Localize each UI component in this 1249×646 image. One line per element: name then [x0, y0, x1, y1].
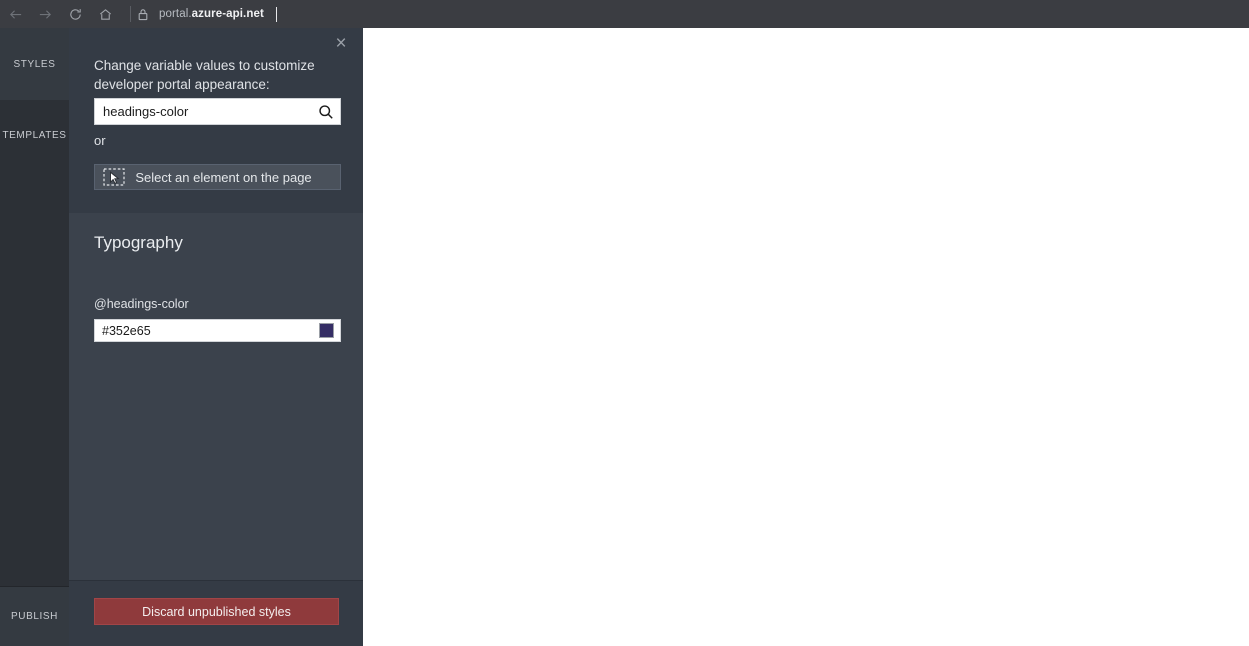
support-text-2: . Developers can log and discuss	[948, 513, 1142, 528]
app-area: PRODUCTS APPLICATIONS ISSUES ADMINISTRAT…	[0, 28, 1249, 646]
rail-item-publish-label: PUBLISH	[11, 611, 58, 622]
support-text-3: and even submit their applications to th…	[759, 532, 995, 547]
back-button[interactable]	[0, 0, 30, 28]
select-element-button[interactable]: Select an element on the page	[94, 164, 341, 190]
search-icon[interactable]	[312, 99, 340, 124]
hero-subtitle: Administrators can manage the APIs and c…	[283, 239, 875, 256]
forward-button[interactable]	[30, 0, 60, 28]
hero-learn-more-link[interactable]: Learn more	[798, 239, 875, 256]
nav-item-applications[interactable]: APPLICATIONS	[389, 112, 483, 126]
column-body-developer-support: API publishers can engage directly with …	[759, 492, 1199, 549]
api-documentation-link[interactable]: API Documentation	[425, 494, 537, 509]
discard-button-label: Discard unpublished styles	[142, 605, 291, 619]
application-gallery-link[interactable]: application gallery	[995, 532, 1098, 547]
color-value-input[interactable]	[95, 320, 319, 341]
microsoft-azure-link[interactable]: Microsoft Azure	[1150, 614, 1233, 628]
address-bar[interactable]: portal.azure-api.net	[159, 8, 264, 20]
reload-icon	[68, 7, 83, 22]
close-icon[interactable]: ×	[330, 34, 352, 56]
variable-search[interactable]	[94, 98, 341, 125]
powered-by-prefix: powered by	[1085, 614, 1150, 628]
variable-name-label: @headings-color	[94, 297, 189, 311]
blog-link[interactable]: blog	[924, 513, 949, 528]
column-title-developer-support: Developer Support	[759, 428, 1199, 471]
styles-panel: × Change variable values to customize de…	[69, 28, 363, 646]
chevron-down-icon: ▼	[1224, 115, 1233, 124]
reload-button[interactable]	[60, 0, 90, 28]
select-element-label: Select an element on the page	[129, 170, 340, 185]
color-value-field[interactable]	[94, 319, 341, 342]
rail-item-templates[interactable]: TEMPLATES	[0, 100, 69, 244]
powered-by: powered by Microsoft Azure	[1085, 614, 1233, 628]
or-label: or	[94, 133, 106, 148]
color-swatch[interactable]	[319, 323, 334, 338]
hero-body: Developers can discover and learn about …	[283, 280, 1073, 297]
search-input[interactable]	[95, 99, 312, 124]
toolbar-divider	[130, 6, 131, 22]
user-menu[interactable]: ADMINISTRATOR ▼	[1111, 112, 1233, 126]
address-bar-caret	[276, 7, 277, 22]
styles-panel-footer: Discard unpublished styles	[69, 580, 363, 646]
nav-item-issues[interactable]: ISSUES	[516, 112, 564, 126]
user-menu-label: ADMINISTRATOR	[1111, 112, 1218, 126]
arrow-right-icon	[38, 7, 53, 22]
support-text-4: .	[1098, 532, 1102, 547]
lock-icon	[137, 8, 149, 21]
rail-item-styles-label: STYLES	[14, 59, 56, 70]
section-title-typography: Typography	[94, 233, 183, 253]
rail-item-publish[interactable]: PUBLISH	[0, 586, 69, 646]
arrow-left-icon	[8, 7, 23, 22]
issues-link[interactable]: issues	[1143, 513, 1180, 528]
url-prefix: portal.	[159, 8, 192, 20]
column-developer-support: Developer Support API publishers can eng…	[759, 428, 1199, 549]
home-button[interactable]	[90, 0, 120, 28]
browser-toolbar: portal.azure-api.net	[0, 0, 1249, 28]
url-domain: azure-api.net	[192, 8, 264, 20]
rail-item-templates-label: TEMPLATES	[2, 130, 66, 141]
select-element-icon	[99, 165, 129, 189]
rail-item-styles[interactable]: STYLES	[0, 28, 69, 100]
support-text-1: API publishers can engage directly with …	[759, 494, 1189, 528]
discard-unpublished-styles-button[interactable]: Discard unpublished styles	[94, 598, 339, 625]
panel-intro-text: Change variable values to customize deve…	[94, 56, 344, 94]
styles-panel-top: × Change variable values to customize de…	[69, 28, 363, 213]
editor-rail: STYLES TEMPLATES PUBLISH	[0, 28, 69, 646]
home-icon	[98, 7, 113, 22]
